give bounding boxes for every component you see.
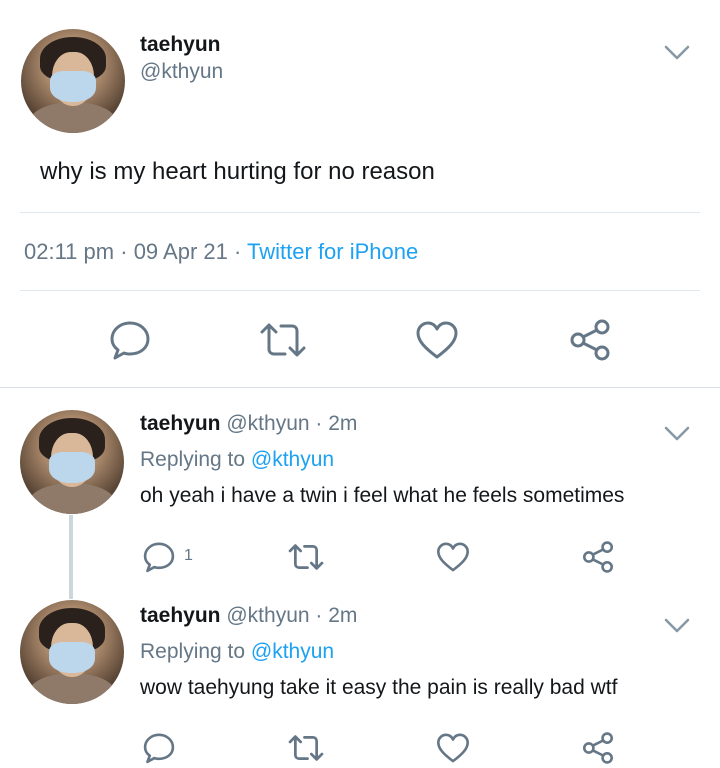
tweet-age: 2m [328, 604, 358, 627]
retweet-icon[interactable] [287, 734, 325, 762]
reply-icon[interactable] [108, 320, 152, 360]
mention-link[interactable]: @kthyun [251, 448, 334, 471]
separator: · [315, 412, 323, 435]
chevron-down-icon[interactable] [664, 426, 690, 442]
chevron-down-icon[interactable] [664, 618, 690, 634]
display-name[interactable]: taehyun [140, 412, 221, 435]
like-icon[interactable] [436, 732, 470, 764]
reply-header: taehyun @kthyun · 2m [140, 412, 357, 436]
replying-to: Replying to @kthyun [140, 448, 334, 472]
mention-link[interactable]: @kthyun [251, 640, 334, 663]
avatar-shape [49, 451, 95, 483]
retweet-icon[interactable] [287, 543, 325, 571]
avatar-shape [28, 672, 116, 704]
separator: · [315, 604, 323, 627]
avatar-shape [50, 70, 96, 102]
separator: · [234, 239, 242, 264]
handle[interactable]: @kthyun [140, 60, 223, 84]
display-name[interactable]: taehyun [140, 604, 221, 627]
handle[interactable]: @kthyun [226, 604, 309, 627]
replying-label: Replying to [140, 448, 246, 471]
like-icon[interactable] [436, 541, 470, 573]
avatar-shape [49, 641, 95, 673]
chevron-down-icon[interactable] [664, 45, 690, 61]
divider [20, 212, 700, 213]
share-icon[interactable] [582, 732, 614, 764]
tweet-text: oh yeah i have a twin i feel what he fee… [140, 484, 625, 507]
reply-count: 1 [184, 547, 193, 564]
separator: · [120, 239, 128, 264]
tweet-text: wow taehyung take it easy the pain is re… [140, 676, 618, 699]
reply-icon[interactable] [142, 541, 176, 573]
divider [0, 387, 720, 388]
like-icon[interactable] [415, 320, 459, 360]
avatar[interactable] [21, 29, 125, 133]
divider [20, 290, 700, 291]
reply-header: taehyun @kthyun · 2m [140, 604, 357, 628]
thread-line [69, 515, 73, 599]
tweet-time: 02:11 pm [24, 239, 115, 264]
reply-icon[interactable] [142, 732, 176, 764]
avatar-shape [28, 482, 116, 514]
tweet-source-link[interactable]: Twitter for iPhone [247, 239, 418, 264]
avatar-shape [29, 101, 117, 133]
replying-to: Replying to @kthyun [140, 640, 334, 664]
display-name[interactable]: taehyun [140, 33, 221, 57]
handle[interactable]: @kthyun [226, 412, 309, 435]
share-icon[interactable] [569, 319, 611, 361]
tweet-date: 09 Apr 21 [133, 239, 228, 264]
tweet-text: why is my heart hurting for no reason [40, 158, 435, 185]
share-icon[interactable] [582, 541, 614, 573]
tweet-meta: 02:11 pm · 09 Apr 21 · Twitter for iPhon… [24, 239, 418, 265]
avatar[interactable] [20, 600, 124, 704]
avatar[interactable] [20, 410, 124, 514]
retweet-icon[interactable] [258, 322, 308, 358]
tweet-age: 2m [328, 412, 358, 435]
replying-label: Replying to [140, 640, 246, 663]
